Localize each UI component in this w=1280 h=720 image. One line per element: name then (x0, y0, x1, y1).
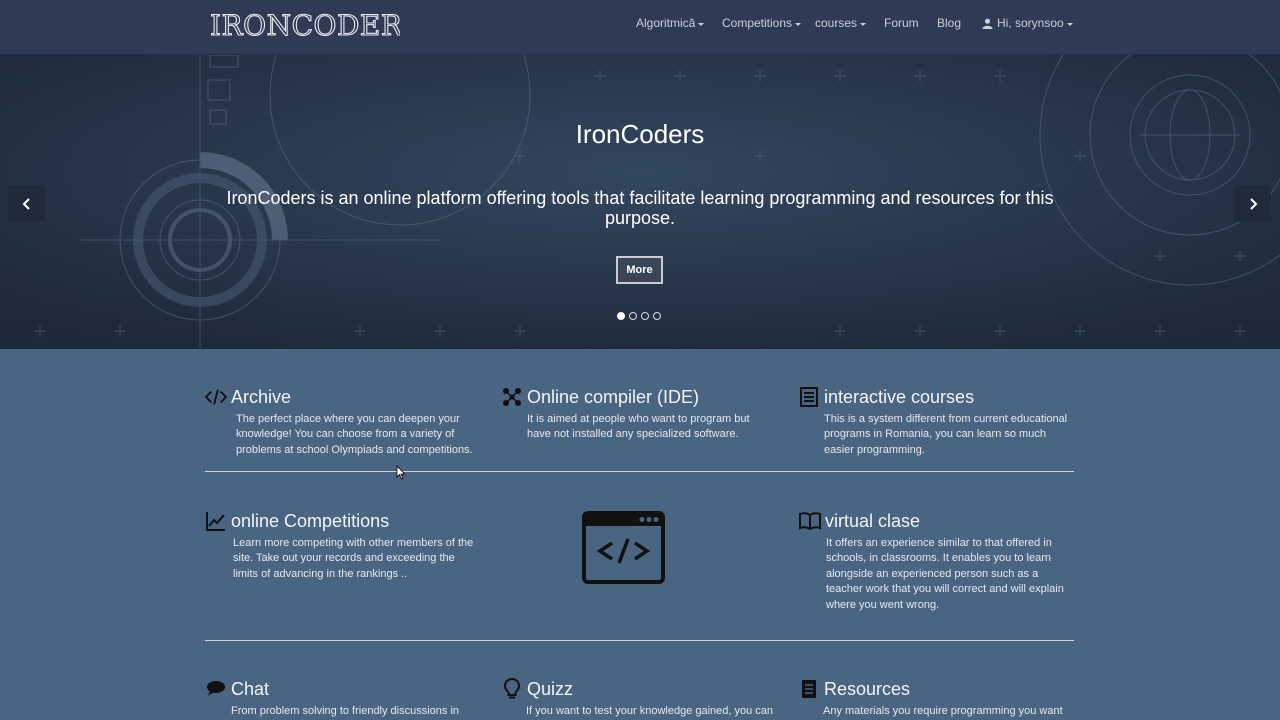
feature-title[interactable]: Resources (824, 679, 910, 700)
more-button[interactable]: More (616, 256, 663, 284)
feature-description: The perfect place where you can deepen y… (236, 413, 473, 456)
nav-competitions-label: Competitions (722, 16, 793, 30)
feature-title[interactable]: Online compiler (IDE) (527, 387, 699, 408)
feature-title[interactable]: virtual clase (825, 511, 920, 532)
chevron-left-icon (22, 197, 30, 210)
nav-algoritmica[interactable]: Algoritmică (636, 16, 705, 30)
hero-description: IronCoders is an online platform offerin… (226, 188, 1054, 228)
feature-description: Learn more competing with other members … (233, 537, 474, 580)
feature-resources: Resources Any materials you require prog… (798, 678, 1073, 720)
comment-icon (205, 678, 227, 700)
nav-blog[interactable]: Blog (937, 16, 961, 30)
feature-online-compiler: Online compiler (IDE) It is aimed at peo… (501, 386, 776, 443)
nav-courses-label: courses (815, 16, 858, 30)
feature-archive: Archive The perfect place where you can … (205, 386, 475, 458)
carousel-next-button[interactable] (1234, 185, 1271, 222)
nav-forum[interactable]: Forum (884, 16, 919, 30)
chart-icon (205, 510, 227, 532)
feature-title[interactable]: interactive courses (824, 387, 974, 408)
feature-title[interactable]: online Competitions (231, 511, 389, 532)
carousel-dot-2[interactable] (629, 312, 637, 320)
chevron-down-icon (860, 22, 867, 26)
feature-description: Any materials you require programming yo… (823, 705, 1063, 717)
hero-title: IronCoders (575, 119, 705, 149)
top-navbar: IRONCODERS Algoritmică Competitions cour… (0, 0, 1280, 55)
section-divider (205, 640, 1074, 641)
chevron-down-icon (795, 22, 802, 26)
feature-description: If you want to test your knowledge gaine… (526, 705, 774, 717)
nav-forum-label: Forum (884, 16, 919, 30)
code-window-icon (582, 511, 665, 584)
list-icon (798, 386, 820, 408)
feature-title[interactable]: Archive (231, 387, 291, 408)
feature-chat: Chat From problem solving to friendly di… (205, 678, 480, 720)
chevron-down-icon (1066, 22, 1073, 26)
hero-carousel: IronCoders IronCoders is an online platf… (0, 55, 1280, 349)
carousel-indicators (617, 312, 661, 320)
chevron-right-icon (1249, 197, 1257, 210)
section-divider (205, 471, 1074, 472)
feature-description: It offers an experience similar to that … (826, 537, 1064, 611)
carousel-dot-3[interactable] (641, 312, 649, 320)
nav-algoritmica-label: Algoritmică (636, 16, 696, 30)
feature-online-competitions: online Competitions Learn more competing… (205, 510, 480, 582)
feature-title[interactable]: Chat (231, 679, 269, 700)
book-icon (799, 510, 821, 532)
svg-text:IRONCODERS: IRONCODERS (210, 9, 400, 42)
feature-description: From problem solving to friendly discuss… (231, 705, 460, 717)
nav-blog-label: Blog (937, 16, 962, 30)
nav-user-menu[interactable]: Hi, sorynsoo (982, 16, 1073, 30)
user-icon (982, 18, 993, 29)
mouse-cursor-icon (396, 465, 406, 480)
lightbulb-icon (501, 678, 523, 700)
carousel-prev-button[interactable] (8, 185, 45, 222)
nav-user-label: Hi, sorynsoo (997, 16, 1064, 30)
code-icon (205, 386, 227, 408)
nav-competitions[interactable]: Competitions (722, 16, 802, 30)
feature-description: It is aimed at people who want to progra… (527, 413, 750, 441)
carousel-dot-4[interactable] (653, 312, 661, 320)
nav-courses[interactable]: courses (815, 16, 867, 30)
feature-title[interactable]: Quizz (527, 679, 573, 700)
chevron-down-icon (698, 22, 705, 26)
network-icon (501, 386, 523, 408)
document-icon (798, 678, 820, 700)
brand-logo[interactable]: IRONCODERS (210, 8, 400, 42)
feature-description: This is a system different from current … (824, 413, 1068, 456)
carousel-dot-1[interactable] (617, 312, 625, 320)
feature-virtual-clase: virtual clase It offers an experience si… (799, 510, 1074, 613)
feature-quizz: Quizz If you want to test your knowledge… (501, 678, 776, 720)
feature-interactive-courses: interactive courses This is a system dif… (798, 386, 1073, 458)
